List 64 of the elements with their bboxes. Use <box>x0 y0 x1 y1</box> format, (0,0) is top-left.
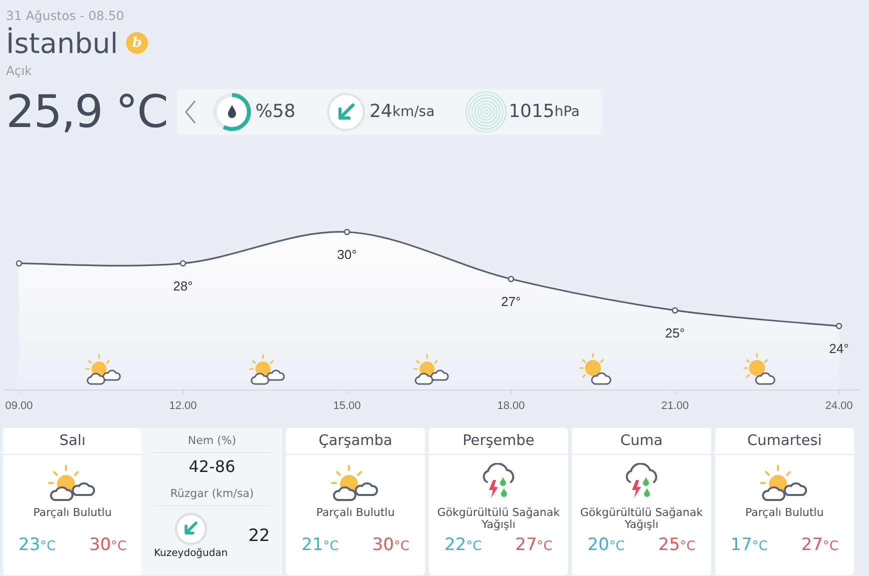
low-temperature: 20°C <box>588 535 625 555</box>
day-condition: Gökgürültülü Sağanak Yağışlı <box>579 505 704 533</box>
temperature-label: 24° <box>829 341 849 356</box>
day-card[interactable]: Perşembe Gökgürültülü Sağanak Yağışlı 22°C 27°C <box>429 428 568 575</box>
pressure-unit: hPa <box>554 104 580 120</box>
humidity-label: Nem (%) <box>154 428 270 453</box>
wind-direction: Kuzeydoğudan <box>154 548 228 559</box>
pressure-value: 1015 <box>508 101 554 122</box>
data-point <box>836 322 842 330</box>
city-name: İstanbul <box>6 26 118 60</box>
data-point <box>344 228 350 236</box>
time-label: 15.00 <box>333 400 361 412</box>
day-card[interactable]: Cumartesi Parçalı Bulutlu 17°C 27°C <box>715 428 854 575</box>
pressure-icon <box>464 90 507 132</box>
sun-clouds-icon <box>249 354 285 385</box>
high-temperature: 27°C <box>801 535 838 555</box>
sun-cloud-icon <box>743 353 776 385</box>
sun-clouds-icon <box>413 354 449 385</box>
current-condition: Açık <box>6 63 33 80</box>
humidity-range: 42-86 <box>188 456 236 478</box>
wind-label: Rüzgar (km/sa) <box>154 481 270 506</box>
time-label: 12.00 <box>169 400 197 412</box>
wind-value: 24 <box>369 101 392 122</box>
high-temperature: 30°C <box>372 535 410 555</box>
day-condition: Parçalı Bulutlu <box>32 505 113 521</box>
day-condition: Parçalı Bulutlu <box>315 505 396 521</box>
day-name: Çarşamba <box>286 428 425 455</box>
wind-speed: 22 <box>248 526 270 546</box>
wind-unit: km/sa <box>392 104 435 120</box>
time-label: 18.00 <box>497 400 525 412</box>
high-temperature: 27°C <box>515 535 552 555</box>
day-card[interactable]: Cuma Gökgürültülü Sağanak Yağışlı 20°C 25°C <box>572 428 711 575</box>
data-point <box>672 307 678 314</box>
badge-icon: b <box>126 32 148 54</box>
current-temperature: 25,9 °C <box>6 85 168 138</box>
temperature-label: 25° <box>665 325 685 340</box>
date-time: 31 Ağustos - 08.50 <box>6 8 126 25</box>
day-name: Perşembe <box>429 428 568 455</box>
humidity-value: %58 <box>255 101 296 122</box>
low-temperature: 22°C <box>444 535 482 555</box>
temperature-label: 28° <box>173 278 193 294</box>
wind-direction-icon <box>325 90 368 132</box>
data-point <box>16 260 22 266</box>
time-label: 21.00 <box>661 400 689 412</box>
temperature-label: 30° <box>337 247 357 262</box>
time-label: 09.00 <box>5 400 33 412</box>
high-temperature: 30°C <box>89 535 126 555</box>
temperature-label: 27° <box>501 294 521 309</box>
day-name: Cumartesi <box>715 428 854 455</box>
high-temperature: 25°C <box>658 535 696 555</box>
low-temperature: 23°C <box>18 535 56 555</box>
day-card[interactable]: Salı Parçalı Bulutlu 23°C 30°C <box>3 428 142 575</box>
wind-direction-icon <box>174 512 208 546</box>
sun-clouds-icon <box>85 354 121 385</box>
low-temperature: 17°C <box>730 535 768 555</box>
day-card[interactable]: Çarşamba Parçalı Bulutlu 21°C 30°C <box>286 428 425 575</box>
sun-cloud-icon <box>579 353 612 385</box>
day-condition: Gökgürültülü Sağanak Yağışlı <box>436 505 561 533</box>
time-label: 24.00 <box>825 400 853 412</box>
day-name: Cuma <box>572 428 711 455</box>
data-point <box>180 260 186 266</box>
day-condition: Parçalı Bulutlu <box>744 505 825 521</box>
low-temperature: 21°C <box>302 535 339 555</box>
data-point <box>508 276 514 282</box>
